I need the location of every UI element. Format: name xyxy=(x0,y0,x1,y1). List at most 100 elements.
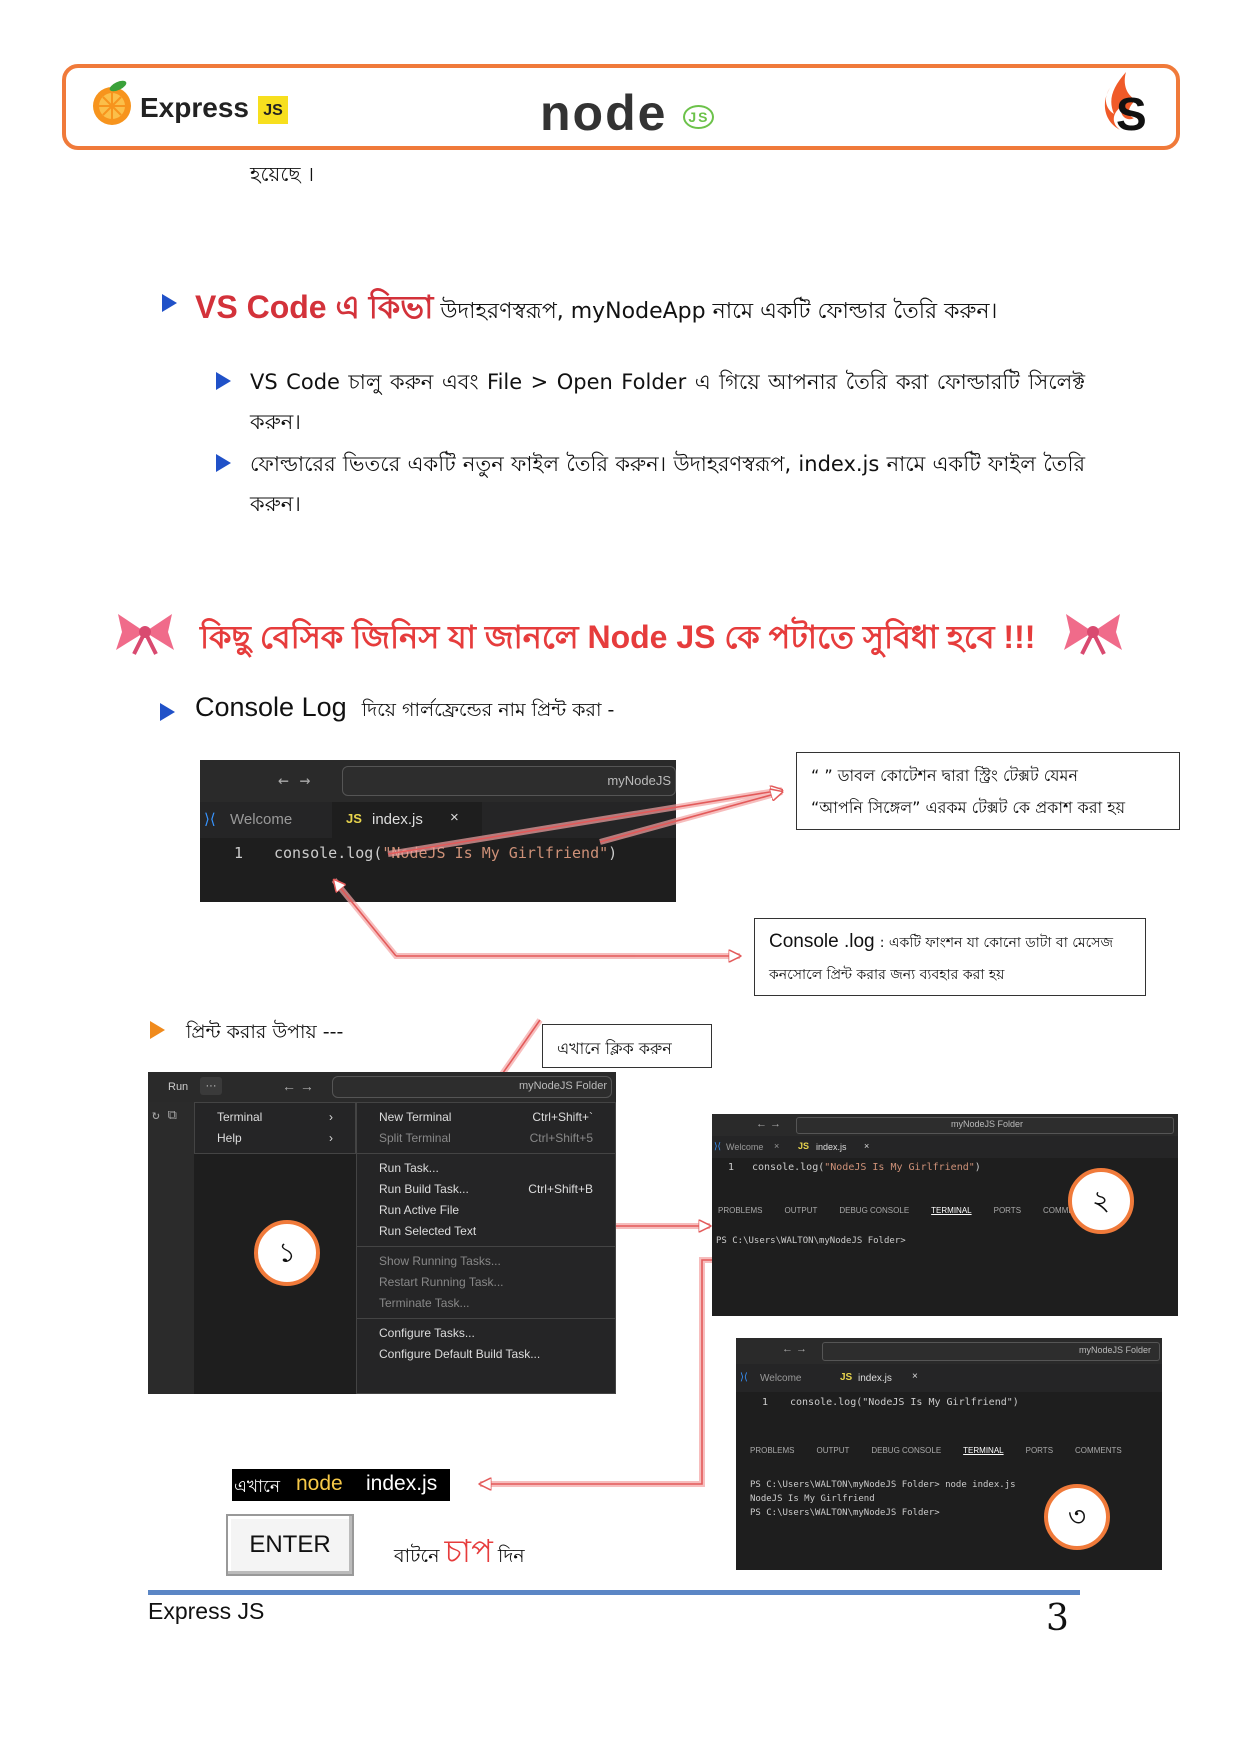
editor-search[interactable]: myNodeJS Folder xyxy=(796,1117,1174,1134)
menu-search-label: myNodeJS Folder xyxy=(518,1080,607,1092)
tab-welcome[interactable]: Welcome xyxy=(760,1373,802,1384)
code-end: ) xyxy=(974,1162,981,1173)
panel-tab-terminal[interactable]: TERMINAL xyxy=(963,1446,1003,1455)
step-badge-3: ৩ xyxy=(1044,1484,1110,1550)
menu-separator xyxy=(357,1246,615,1247)
editor-tabs: ⟩⟨ Welcome × JS index.js × xyxy=(712,1136,1178,1158)
footer-title: Express JS xyxy=(148,1598,265,1624)
menu-item-run-active-file[interactable]: Run Active File xyxy=(357,1200,615,1221)
more-menu-button[interactable]: ··· xyxy=(200,1077,222,1095)
close-icon[interactable]: × xyxy=(864,1141,869,1151)
terminal-submenu: New Terminal Ctrl+Shift+` Split Terminal C… xyxy=(356,1102,616,1394)
panel-tab[interactable]: OUTPUT xyxy=(784,1206,817,1215)
terminal-line: PS C:\Users\WALTON\myNodeJS Folder> node… xyxy=(750,1480,1016,1490)
menu-item-terminal[interactable]: Terminal › xyxy=(195,1107,355,1128)
menu-item-label: Configure Tasks... xyxy=(379,1326,475,1340)
menu-item-label: Run Build Task... xyxy=(379,1182,469,1196)
panel-tab[interactable]: PROBLEMS xyxy=(718,1206,762,1215)
terminal-output: PS C:\Users\WALTON\myNodeJS Folder> node… xyxy=(750,1478,1016,1520)
editor-search[interactable]: myNodeJS Folder xyxy=(822,1342,1160,1361)
activity-bar: ↻ ⧉ xyxy=(148,1102,194,1394)
step-badge-1: ১ xyxy=(254,1220,320,1286)
panel-tab[interactable]: DEBUG CONSOLE xyxy=(871,1446,941,1455)
code-line: 1 console.log("NodeJS Is My Girlfriend") xyxy=(736,1392,1162,1422)
menu-item-show-running-tasks[interactable]: Show Running Tasks... xyxy=(357,1251,615,1272)
tab-index-js[interactable]: index.js xyxy=(816,1142,847,1152)
press-after: দিন xyxy=(497,1545,525,1567)
menu-item-label: Restart Running Task... xyxy=(379,1275,504,1289)
menu-item-label: Run Active File xyxy=(379,1203,460,1217)
code-fn: console.log( xyxy=(752,1162,825,1173)
tab-index-js[interactable]: index.js xyxy=(858,1373,892,1384)
command-node: node xyxy=(296,1472,343,1495)
menu-titlebar: Run ··· ← → myNodeJS Folder xyxy=(148,1072,616,1102)
editor-titlebar: ← → myNodeJS Folder xyxy=(736,1338,1162,1364)
menu-item-run-selected-text[interactable]: Run Selected Text xyxy=(357,1221,615,1242)
menu-item-terminate-task[interactable]: Terminate Task... xyxy=(357,1293,615,1314)
panel-tab[interactable]: PORTS xyxy=(1026,1446,1053,1455)
panel-tab[interactable]: PORTS xyxy=(994,1206,1021,1215)
press-highlight: চাপ xyxy=(444,1532,493,1570)
tab-welcome[interactable]: Welcome xyxy=(726,1142,763,1152)
menu-item-split-terminal[interactable]: Split Terminal Ctrl+Shift+5 xyxy=(357,1128,615,1149)
panel-tab[interactable]: OUTPUT xyxy=(816,1446,849,1455)
menu-item-label: Terminate Task... xyxy=(379,1296,470,1310)
menu-item-label: Split Terminal xyxy=(379,1131,451,1145)
panel-tab[interactable]: DEBUG CONSOLE xyxy=(839,1206,909,1215)
editor-titlebar: ← → myNodeJS Folder xyxy=(712,1114,1178,1136)
click-here-callout: এখানে ক্লিক করুন xyxy=(542,1024,712,1068)
line-number: 1 xyxy=(762,1397,769,1408)
menu-item-label: Terminal xyxy=(217,1110,263,1124)
nav-arrows-icon[interactable]: ← → xyxy=(782,1343,807,1355)
menu-item-restart-running-task[interactable]: Restart Running Task... xyxy=(357,1272,615,1293)
print-ways-text: প্রিন্ট করার উপায় --- xyxy=(186,1021,344,1043)
code-text: console.log("NodeJS Is My Girlfriend") xyxy=(752,1162,981,1173)
editor-tabs: ⟩⟨ Welcome JS index.js × xyxy=(736,1364,1162,1392)
nav-arrows-icon[interactable]: ← → xyxy=(282,1078,314,1094)
chevron-right-icon: › xyxy=(329,1131,333,1145)
menu-item-help[interactable]: Help › xyxy=(195,1128,355,1149)
code-text: console.log("NodeJS Is My Girlfriend") xyxy=(790,1397,1019,1408)
menu-item-configure-tasks[interactable]: Configure Tasks... xyxy=(357,1323,615,1344)
panel-tab-terminal[interactable]: TERMINAL xyxy=(931,1206,971,1215)
command-prefix: এখানে xyxy=(234,1477,281,1497)
js-file-icon: JS xyxy=(798,1141,810,1151)
menu-item-configure-default-build[interactable]: Configure Default Build Task... xyxy=(357,1344,615,1365)
panel-tab[interactable]: PROBLEMS xyxy=(750,1446,794,1455)
panel-tabs: PROBLEMS OUTPUT DEBUG CONSOLE TERMINAL PORTS… xyxy=(750,1446,1144,1455)
vscode-icon: ⟩⟨ xyxy=(740,1372,748,1383)
press-before: বাটনে xyxy=(394,1545,440,1567)
terminal-line[interactable]: PS C:\Users\WALTON\myNodeJS Folder> xyxy=(750,1506,1016,1520)
menu-separator xyxy=(357,1153,615,1154)
click-here-text: এখানে ক্লিক করুন xyxy=(557,1039,672,1058)
menu-item-shortcut: Ctrl+Shift+` xyxy=(532,1110,593,1124)
menu-screenshot: Run ··· ← → myNodeJS Folder ↻ ⧉ Terminal… xyxy=(148,1072,616,1394)
enter-key-button[interactable]: ENTER xyxy=(226,1514,354,1576)
refresh-icon[interactable]: ↻ ⧉ xyxy=(152,1108,177,1123)
panel-tab[interactable]: COMMENTS xyxy=(1075,1446,1122,1455)
footer-divider xyxy=(148,1590,1080,1595)
close-icon[interactable]: × xyxy=(774,1141,779,1151)
left-menu: Terminal › Help › xyxy=(194,1102,356,1154)
chevron-right-icon: › xyxy=(329,1110,333,1124)
terminal-line: NodeJS Is My Girlfriend xyxy=(750,1494,875,1504)
menu-item-new-terminal[interactable]: New Terminal Ctrl+Shift+` xyxy=(357,1107,615,1128)
press-text: বাটনে চাপ দিন xyxy=(394,1526,525,1580)
step-badge-2: ২ xyxy=(1068,1168,1134,1234)
code-string: "NodeJS Is My Girlfriend" xyxy=(824,1162,975,1173)
editor-search-label: myNodeJS Folder xyxy=(1078,1345,1151,1355)
nav-arrows-icon[interactable]: ← → xyxy=(756,1118,781,1130)
menu-item-label: Run Selected Text xyxy=(379,1224,477,1238)
close-icon[interactable]: × xyxy=(912,1371,918,1382)
menu-item-run-build-task[interactable]: Run Build Task... Ctrl+Shift+B xyxy=(357,1179,615,1200)
line-number: 1 xyxy=(728,1162,735,1173)
menu-search[interactable]: myNodeJS Folder xyxy=(332,1076,612,1098)
menu-item-shortcut: Ctrl+Shift+5 xyxy=(529,1131,593,1145)
terminal-prompt[interactable]: PS C:\Users\WALTON\myNodeJS Folder> xyxy=(716,1236,906,1246)
command-box: এখানে node index.js xyxy=(232,1469,450,1501)
menu-item-label: Help xyxy=(217,1131,242,1145)
menu-item-shortcut: Ctrl+Shift+B xyxy=(528,1182,593,1196)
menu-item-run-task[interactable]: Run Task... xyxy=(357,1158,615,1179)
js-file-icon: JS xyxy=(840,1372,853,1383)
run-menu[interactable]: Run xyxy=(168,1081,188,1093)
